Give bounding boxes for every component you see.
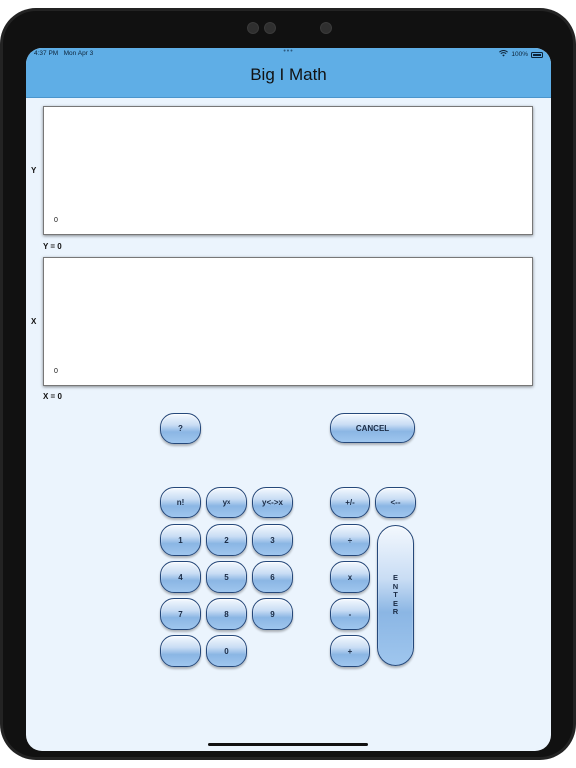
digit-0-button[interactable]: 0 <box>206 635 247 667</box>
digit-5-button[interactable]: 5 <box>206 561 247 593</box>
status-time-text: 4:37 PM <box>34 50 59 57</box>
digit-8-button[interactable]: 8 <box>206 598 247 630</box>
battery-icon <box>531 51 543 58</box>
digit-7-button[interactable]: 7 <box>160 598 201 630</box>
enter-button[interactable]: E N T E R <box>377 525 414 666</box>
swap-button[interactable]: y<->x <box>252 487 293 518</box>
factorial-button[interactable]: n! <box>160 487 201 518</box>
y-register-value: 0 <box>54 217 58 224</box>
multiply-button[interactable]: x <box>330 561 370 593</box>
multitasking-dots-icon[interactable]: ••• <box>283 48 293 55</box>
digit-6-button[interactable]: 6 <box>252 561 293 593</box>
blank-button[interactable] <box>160 635 201 667</box>
sign-toggle-button[interactable]: +/- <box>330 487 370 518</box>
digit-3-button[interactable]: 3 <box>252 524 293 556</box>
nav-bar: Big I Math <box>26 59 551 98</box>
y-register-display[interactable]: 0 <box>43 106 533 235</box>
backspace-button[interactable]: <-- <box>375 487 416 518</box>
wifi-icon <box>499 50 509 59</box>
x-register-value: 0 <box>54 368 58 375</box>
digit-4-button[interactable]: 4 <box>160 561 201 593</box>
power-button[interactable]: yx <box>206 487 247 518</box>
help-button[interactable]: ? <box>160 413 201 444</box>
camera-lens <box>320 22 332 34</box>
battery-percent: 100% <box>511 51 528 58</box>
divide-button[interactable]: ÷ <box>330 524 370 556</box>
x-register-display[interactable]: 0 <box>43 257 533 386</box>
status-bar: 4:37 PM Mon Apr 3 ••• 100% <box>26 48 551 59</box>
power-exponent-label: x <box>227 499 231 506</box>
cancel-button[interactable]: CANCEL <box>330 413 415 443</box>
enter-letter: R <box>392 607 399 617</box>
digit-2-button[interactable]: 2 <box>206 524 247 556</box>
digit-9-button[interactable]: 9 <box>252 598 293 630</box>
y-register-summary: Y = 0 <box>43 242 62 251</box>
sensor-dot <box>247 22 259 34</box>
page-title: Big I Math <box>250 65 327 84</box>
x-register-summary: X = 0 <box>43 392 62 401</box>
y-register-label: Y <box>31 166 37 175</box>
home-indicator[interactable] <box>208 743 368 746</box>
add-button[interactable]: + <box>330 635 370 667</box>
app-screen: 4:37 PM Mon Apr 3 ••• 100% Big I Math Y … <box>26 48 551 751</box>
subtract-button[interactable]: - <box>330 598 370 630</box>
digit-1-button[interactable]: 1 <box>160 524 201 556</box>
tablet-frame: 4:37 PM Mon Apr 3 ••• 100% Big I Math Y … <box>0 8 576 760</box>
status-date-text: Mon Apr 3 <box>63 50 94 57</box>
status-time: 4:37 PM Mon Apr 3 <box>34 50 93 57</box>
x-register-label: X <box>31 317 37 326</box>
status-indicators: 100% <box>499 50 543 59</box>
sensor-dot <box>264 22 276 34</box>
